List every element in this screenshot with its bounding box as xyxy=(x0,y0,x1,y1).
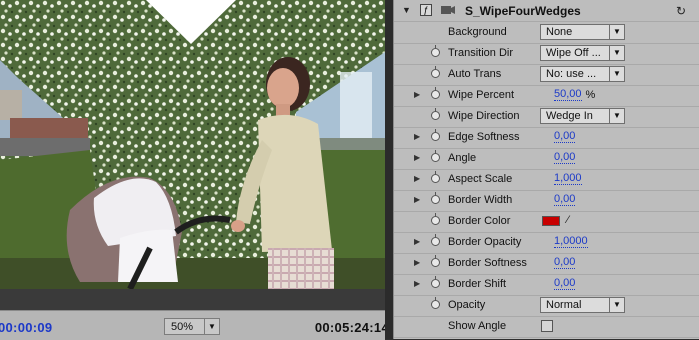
aspect-scale-value[interactable]: 1,000 xyxy=(554,173,582,185)
param-row-border-shift: ▶ Border Shift 0,00 xyxy=(394,274,699,296)
current-timecode[interactable]: 00:00:09 xyxy=(0,320,52,335)
chevron-down-icon: ▼ xyxy=(609,109,624,123)
param-label: Auto Trans xyxy=(448,68,502,80)
param-label: Wipe Direction xyxy=(448,110,520,122)
stopwatch-icon[interactable] xyxy=(431,213,440,225)
stopwatch-icon[interactable] xyxy=(431,108,440,120)
panel-divider[interactable] xyxy=(385,0,393,339)
video-preview[interactable] xyxy=(0,0,385,289)
param-label: Border Shift xyxy=(448,278,507,290)
stopwatch-icon[interactable] xyxy=(431,129,440,141)
chevron-down-icon: ▼ xyxy=(609,46,624,60)
param-label: Background xyxy=(448,26,507,38)
border-shift-value[interactable]: 0,00 xyxy=(554,278,576,290)
effect-controls-panel: ▼ ƒ S_WipeFourWedges ↻ Background None ▼ Tr… xyxy=(393,0,699,339)
param-label: Transition Dir xyxy=(448,47,513,59)
dropdown-value: None xyxy=(546,26,573,38)
border-color-swatch[interactable] xyxy=(542,216,560,226)
param-label: Border Opacity xyxy=(448,236,522,248)
effect-icon xyxy=(441,6,455,14)
dropdown-value: Wedge In xyxy=(546,110,593,122)
effect-name: S_WipeFourWedges xyxy=(465,4,581,18)
opacity-dropdown[interactable]: Normal ▼ xyxy=(540,297,625,313)
dropdown-value: Wipe Off ... xyxy=(546,47,601,59)
triangle-right-icon[interactable]: ▶ xyxy=(414,90,420,99)
param-row-show-angle: Show Angle xyxy=(394,316,699,338)
triangle-right-icon[interactable]: ▶ xyxy=(414,153,420,162)
video-frame-illustration xyxy=(0,0,385,289)
stopwatch-icon[interactable] xyxy=(431,87,440,99)
auto-trans-dropdown[interactable]: No: use ... ▼ xyxy=(540,66,625,82)
param-label: Wipe Percent xyxy=(448,89,515,101)
param-row-border-opacity: ▶ Border Opacity 1,0000 xyxy=(394,232,699,254)
param-row-wipe-percent: ▶ Wipe Percent 50,00% xyxy=(394,85,699,107)
param-row-aspect-scale: ▶ Aspect Scale 1,000 xyxy=(394,169,699,191)
fx-toggle[interactable]: ƒ xyxy=(420,4,432,16)
transition-dir-dropdown[interactable]: Wipe Off ... ▼ xyxy=(540,45,625,61)
triangle-right-icon[interactable]: ▶ xyxy=(414,237,420,246)
param-row-border-width: ▶ Border Width 0,00 xyxy=(394,190,699,212)
stopwatch-icon[interactable] xyxy=(431,171,440,183)
zoom-dropdown[interactable]: 50% ▼ xyxy=(164,318,220,335)
stopwatch-icon[interactable] xyxy=(431,66,440,78)
param-label: Show Angle xyxy=(448,320,507,332)
param-label: Angle xyxy=(448,152,477,164)
chevron-down-icon: ▼ xyxy=(609,25,624,39)
param-row-wipe-direction: Wipe Direction Wedge In ▼ xyxy=(394,106,699,128)
stopwatch-icon[interactable] xyxy=(431,45,440,57)
param-label: Border Color xyxy=(448,215,511,227)
wipe-percent-value[interactable]: 50,00 xyxy=(554,89,582,101)
chevron-down-icon: ▼ xyxy=(609,67,624,81)
border-opacity-value[interactable]: 1,0000 xyxy=(554,236,588,248)
param-label: Border Softness xyxy=(448,257,527,269)
param-row-border-color: Border Color ⁄ xyxy=(394,211,699,233)
stopwatch-icon[interactable] xyxy=(431,192,440,204)
param-row-edge-softness: ▶ Edge Softness 0,00 xyxy=(394,127,699,149)
chevron-down-icon: ▼ xyxy=(609,298,624,312)
background-dropdown[interactable]: None ▼ xyxy=(540,24,625,40)
dropdown-value: Normal xyxy=(546,299,582,311)
triangle-right-icon[interactable]: ▶ xyxy=(414,279,420,288)
stopwatch-icon[interactable] xyxy=(431,234,440,246)
monitor-timebar: 00:00:09 50% ▼ 00:05:24:14 xyxy=(0,310,389,340)
triangle-right-icon[interactable]: ▶ xyxy=(414,174,420,183)
stopwatch-icon[interactable] xyxy=(431,297,440,309)
param-row-transition-dir: Transition Dir Wipe Off ... ▼ xyxy=(394,43,699,65)
edge-softness-value[interactable]: 0,00 xyxy=(554,131,576,143)
triangle-right-icon[interactable]: ▶ xyxy=(414,258,420,267)
program-monitor: 00:00:09 50% ▼ 00:05:24:14 xyxy=(0,0,389,340)
dropdown-value: No: use ... xyxy=(546,68,597,80)
duration-timecode: 00:05:24:14 xyxy=(314,320,389,335)
param-row-background: Background None ▼ xyxy=(394,22,699,44)
effect-header[interactable]: ▼ ƒ S_WipeFourWedges ↻ xyxy=(394,0,699,22)
param-row-angle: ▶ Angle 0,00 xyxy=(394,148,699,170)
stopwatch-icon[interactable] xyxy=(431,255,440,267)
param-label: Aspect Scale xyxy=(448,173,513,185)
show-angle-checkbox[interactable] xyxy=(541,320,553,332)
zoom-value: 50% xyxy=(171,321,194,333)
triangle-down-icon[interactable]: ▼ xyxy=(402,5,411,15)
stopwatch-icon[interactable] xyxy=(431,150,440,162)
eyedropper-icon[interactable]: ⁄ xyxy=(567,214,569,226)
chevron-down-icon: ▼ xyxy=(204,319,219,334)
param-row-auto-trans: Auto Trans No: use ... ▼ xyxy=(394,64,699,86)
border-softness-value[interactable]: 0,00 xyxy=(554,257,576,269)
border-width-value[interactable]: 0,00 xyxy=(554,194,576,206)
triangle-right-icon[interactable]: ▶ xyxy=(414,195,420,204)
triangle-right-icon[interactable]: ▶ xyxy=(414,132,420,141)
angle-value[interactable]: 0,00 xyxy=(554,152,576,164)
param-label: Border Width xyxy=(448,194,513,206)
param-label: Opacity xyxy=(448,299,486,311)
reset-icon[interactable]: ↻ xyxy=(676,4,686,18)
stopwatch-icon[interactable] xyxy=(431,276,440,288)
param-row-border-softness: ▶ Border Softness 0,00 xyxy=(394,253,699,275)
param-row-opacity: Opacity Normal ▼ xyxy=(394,295,699,317)
wipe-direction-dropdown[interactable]: Wedge In ▼ xyxy=(540,108,625,124)
param-label: Edge Softness xyxy=(448,131,520,143)
unit-label: % xyxy=(585,89,596,101)
